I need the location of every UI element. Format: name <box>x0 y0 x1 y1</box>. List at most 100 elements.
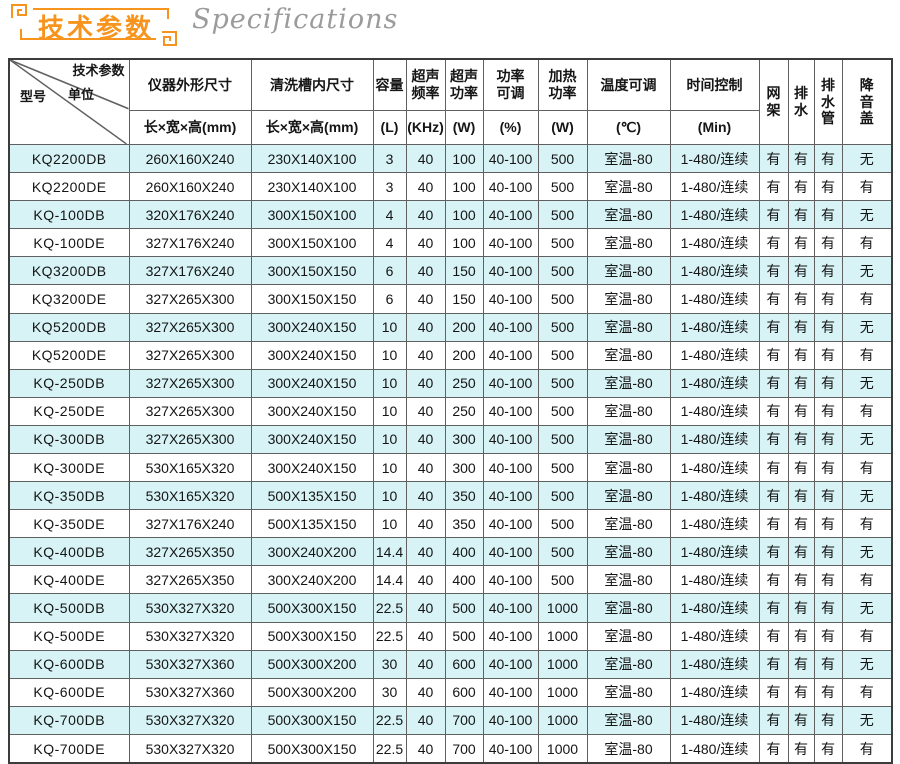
cell-heat-power: 1000 <box>538 622 587 650</box>
cell-us-power: 500 <box>445 622 483 650</box>
cell-frequency: 40 <box>406 201 445 229</box>
cell-rack: 有 <box>759 678 788 706</box>
cell-drain: 有 <box>788 369 814 397</box>
cell-time-ctrl: 1-480/连续 <box>670 734 759 763</box>
cell-temp-adj: 室温-80 <box>587 397 670 425</box>
cell-model: KQ3200DB <box>9 257 129 285</box>
cell-model: KQ-500DE <box>9 622 129 650</box>
cell-noise-cover: 无 <box>842 144 892 172</box>
unit-us-power: (W) <box>445 111 483 145</box>
cell-heat-power: 500 <box>538 201 587 229</box>
cell-drain-pipe: 有 <box>814 482 842 510</box>
cell-rack: 有 <box>759 229 788 257</box>
cell-noise-cover: 无 <box>842 482 892 510</box>
cell-heat-power: 500 <box>538 369 587 397</box>
cell-tank-size: 230X140X100 <box>251 173 373 201</box>
cell-frequency: 40 <box>406 678 445 706</box>
col-header-heat-power: 加热 功率 <box>538 59 587 111</box>
cell-drain-pipe: 有 <box>814 622 842 650</box>
cell-model: KQ3200DE <box>9 285 129 313</box>
cell-noise-cover: 有 <box>842 397 892 425</box>
unit-capacity: (L) <box>373 111 406 145</box>
cell-noise-cover: 无 <box>842 594 892 622</box>
cell-power-adj: 40-100 <box>483 510 538 538</box>
cell-frequency: 40 <box>406 454 445 482</box>
cell-drain: 有 <box>788 144 814 172</box>
cell-frequency: 40 <box>406 482 445 510</box>
cell-outer-size: 327X176X240 <box>129 510 251 538</box>
cell-model: KQ-700DB <box>9 706 129 734</box>
cell-heat-power: 500 <box>538 257 587 285</box>
cell-drain-pipe: 有 <box>814 341 842 369</box>
cell-model: KQ-600DE <box>9 678 129 706</box>
cell-drain: 有 <box>788 425 814 453</box>
cell-noise-cover: 有 <box>842 454 892 482</box>
table-row: KQ-250DB327X265X300300X240X150104025040-… <box>9 369 892 397</box>
cell-frequency: 40 <box>406 397 445 425</box>
cell-time-ctrl: 1-480/连续 <box>670 229 759 257</box>
cell-us-power: 250 <box>445 397 483 425</box>
cell-temp-adj: 室温-80 <box>587 622 670 650</box>
cell-frequency: 40 <box>406 229 445 257</box>
unit-frequency: (KHz) <box>406 111 445 145</box>
cell-drain: 有 <box>788 622 814 650</box>
cell-time-ctrl: 1-480/连续 <box>670 257 759 285</box>
col-header-us-power: 超声 功率 <box>445 59 483 111</box>
cell-drain-pipe: 有 <box>814 650 842 678</box>
cell-outer-size: 320X176X240 <box>129 201 251 229</box>
cell-capacity: 3 <box>373 173 406 201</box>
cell-drain-pipe: 有 <box>814 454 842 482</box>
cell-tank-size: 300X150X150 <box>251 285 373 313</box>
cell-us-power: 200 <box>445 313 483 341</box>
cell-temp-adj: 室温-80 <box>587 538 670 566</box>
cell-temp-adj: 室温-80 <box>587 341 670 369</box>
cell-heat-power: 1000 <box>538 678 587 706</box>
cell-power-adj: 40-100 <box>483 425 538 453</box>
unit-outer-size: 长×宽×高(mm) <box>129 111 251 145</box>
cell-capacity: 10 <box>373 341 406 369</box>
cell-drain: 有 <box>788 678 814 706</box>
cell-capacity: 22.5 <box>373 734 406 763</box>
cell-capacity: 14.4 <box>373 566 406 594</box>
cell-rack: 有 <box>759 144 788 172</box>
cell-outer-size: 327X265X350 <box>129 566 251 594</box>
cell-heat-power: 500 <box>538 566 587 594</box>
cell-outer-size: 327X265X350 <box>129 538 251 566</box>
cell-drain: 有 <box>788 650 814 678</box>
cell-drain-pipe: 有 <box>814 538 842 566</box>
cell-drain: 有 <box>788 285 814 313</box>
cell-time-ctrl: 1-480/连续 <box>670 622 759 650</box>
cell-power-adj: 40-100 <box>483 369 538 397</box>
cell-temp-adj: 室温-80 <box>587 594 670 622</box>
cell-power-adj: 40-100 <box>483 229 538 257</box>
col-header-temp-adj: 温度可调 <box>587 59 670 111</box>
table-row: KQ5200DB327X265X300300X240X150104020040-… <box>9 313 892 341</box>
cell-drain: 有 <box>788 313 814 341</box>
table-row: KQ-300DB327X265X300300X240X150104030040-… <box>9 425 892 453</box>
cell-frequency: 40 <box>406 566 445 594</box>
cell-capacity: 6 <box>373 257 406 285</box>
table-row: KQ-350DB530X165X320500X135X150104035040-… <box>9 482 892 510</box>
cell-tank-size: 300X150X150 <box>251 257 373 285</box>
table-row: KQ-400DB327X265X350300X240X20014.4404004… <box>9 538 892 566</box>
cell-power-adj: 40-100 <box>483 594 538 622</box>
cell-time-ctrl: 1-480/连续 <box>670 369 759 397</box>
cell-us-power: 600 <box>445 650 483 678</box>
cell-time-ctrl: 1-480/连续 <box>670 454 759 482</box>
cell-tank-size: 300X150X100 <box>251 229 373 257</box>
cell-power-adj: 40-100 <box>483 538 538 566</box>
cell-tank-size: 300X240X200 <box>251 566 373 594</box>
col-header-frequency: 超声 频率 <box>406 59 445 111</box>
cell-drain: 有 <box>788 257 814 285</box>
cell-rack: 有 <box>759 257 788 285</box>
cell-model: KQ-250DB <box>9 369 129 397</box>
cell-rack: 有 <box>759 313 788 341</box>
cell-capacity: 4 <box>373 201 406 229</box>
cell-drain: 有 <box>788 566 814 594</box>
cell-rack: 有 <box>759 173 788 201</box>
cell-power-adj: 40-100 <box>483 566 538 594</box>
cell-time-ctrl: 1-480/连续 <box>670 173 759 201</box>
cell-us-power: 300 <box>445 425 483 453</box>
cell-noise-cover: 有 <box>842 229 892 257</box>
col-header-noise-cover: 降 音 盖 <box>842 59 892 144</box>
